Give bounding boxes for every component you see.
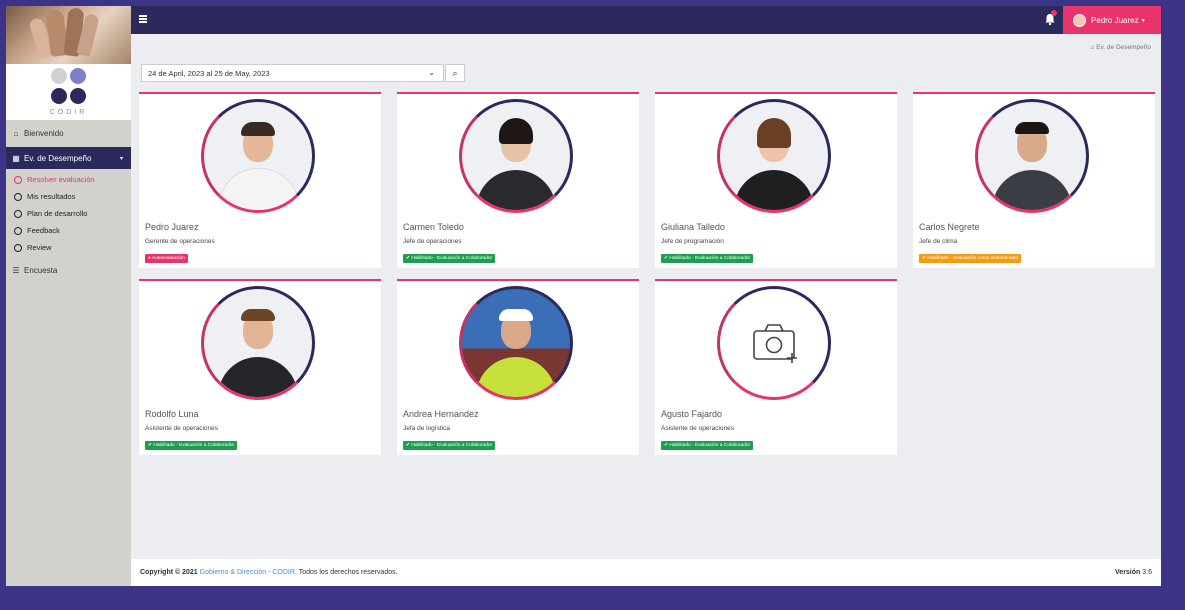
user-name: Pedro Juarez <box>1091 15 1139 25</box>
sidebar-subitem-label: Review <box>27 243 52 252</box>
chevron-down-icon: ⌄ <box>428 68 435 77</box>
sidebar-item-ev-desempeno[interactable]: ▦ Ev. de Desempeño ▾ <box>6 147 131 169</box>
employee-photo <box>201 286 315 400</box>
chevron-down-icon: ▾ <box>119 155 123 162</box>
sidebar-subitem-label: Mis resultados <box>27 192 76 201</box>
breadcrumb[interactable]: ⌂ Ev. de Desempeño <box>1090 44 1151 51</box>
footer: Copyright © 2021 Gobierno & Dirección - … <box>131 559 1161 586</box>
status-badge[interactable]: ✔ Habilitado - Evaluación como Subordina… <box>919 254 1022 263</box>
status-badge[interactable]: ✔ Habilitado - Evaluación a Colaborador <box>403 254 496 263</box>
employee-name: Agusto Fajardo <box>661 409 723 419</box>
status-badge[interactable]: ✔ Habilitado - Evaluación a Colaborador <box>403 441 496 450</box>
notification-badge <box>1051 10 1057 16</box>
chevron-down-icon: ▾ <box>1141 17 1145 24</box>
status-badge[interactable]: ✔ Habilitado - Evaluación a Colaborador <box>661 254 754 263</box>
employee-photo <box>717 286 831 400</box>
employee-card[interactable]: Giuliana Talledo Jefe de programación ✔ … <box>655 92 897 268</box>
status-badge[interactable]: ✔ Habilitado - Evaluación a Colaborador <box>145 441 238 450</box>
sidebar-subitem-review[interactable]: Review <box>14 243 52 252</box>
employee-card[interactable]: Agusto Fajardo Asistente de operaciones … <box>655 279 897 455</box>
sidebar-item-label: Ev. de Desempeño <box>24 153 92 163</box>
footer-copyright: Copyright © 2021 Gobierno & Dirección - … <box>140 569 398 576</box>
copyright-text: Copyright © 2021 <box>140 569 198 576</box>
sidebar-subitem-label: Feedback <box>27 226 60 235</box>
version-info: Versión 3.6 <box>1115 569 1152 576</box>
employee-name: Carmen Toledo <box>403 222 464 232</box>
home-icon: ⌂ <box>13 128 19 138</box>
employee-name: Andrea Hernandez <box>403 409 479 419</box>
footer-link[interactable]: Gobierno & Dirección - CODIR. <box>200 569 297 576</box>
sidebar-subitem-resultados[interactable]: Mis resultados <box>14 192 75 201</box>
logo-dot <box>51 88 67 104</box>
logo-dot <box>51 68 67 84</box>
sidebar-banner-image <box>6 6 131 64</box>
employee-role: Asistente de operaciones <box>145 425 218 432</box>
table-icon: ▦ <box>12 153 20 163</box>
status-badge-label: Autoevaluación <box>151 256 185 261</box>
employee-name: Carlos Negrete <box>919 222 980 232</box>
logo-text: CODIR <box>49 109 88 116</box>
rights-text: Todos los derechos reservados. <box>298 569 398 576</box>
status-badge[interactable]: ● Autoevaluación <box>145 254 188 263</box>
sidebar-subitem-feedback[interactable]: Feedback <box>14 226 60 235</box>
brand-logo[interactable]: CODIR <box>6 64 131 120</box>
sidebar-subitem-plan[interactable]: Plan de desarrollo <box>14 209 87 218</box>
app-window: CODIR ⌂ Bienvenido ▦ Ev. de Desempeño ▾ … <box>6 6 1161 586</box>
status-badge-label: Habilitado - Evaluación a Colaborador <box>153 443 235 448</box>
circle-icon <box>14 175 22 184</box>
sidebar-subitem-resolver[interactable]: Resolver evaluación <box>14 175 95 184</box>
sidebar-item-label: Encuesta <box>24 265 58 275</box>
employee-card[interactable]: Carlos Negrete Jefe de clima ✔ Habilitad… <box>913 92 1155 268</box>
employee-role: Jefe de clima <box>919 238 958 245</box>
employee-role: Gerente de operaciones <box>145 238 215 245</box>
logo-dot <box>70 88 86 104</box>
employee-card[interactable]: Pedro Juarez Gerente de operaciones ● Au… <box>139 92 381 268</box>
top-navbar: Pedro Juarez ▾ <box>131 6 1161 34</box>
date-range-select[interactable]: 24 de April, 2023 al 25 de May, 2023 ⌄ <box>141 64 444 82</box>
breadcrumb-label: Ev. de Desempeño <box>1096 44 1151 51</box>
status-badge-label: Habilitado - Evaluación a Colaborador <box>669 256 751 261</box>
sidebar-item-label: Bienvenido <box>24 128 64 138</box>
employee-photo <box>717 99 831 213</box>
search-button[interactable]: ⌕ <box>445 64 465 82</box>
employee-role: Jefe de operaciones <box>403 238 462 245</box>
sidebar-item-encuesta[interactable]: ☰ Encuesta <box>6 263 135 277</box>
circle-icon <box>14 209 22 218</box>
sidebar-subitem-label: Resolver evaluación <box>27 175 95 184</box>
employee-role: Jefe de programación <box>661 238 724 245</box>
list-icon: ☰ <box>12 265 20 275</box>
logo-dot <box>70 68 86 84</box>
status-badge-label: Habilitado - Evaluación a Colaborador <box>411 443 493 448</box>
employee-name: Giuliana Talledo <box>661 222 725 232</box>
camera-add-icon <box>753 324 797 363</box>
employee-role: Asistente de operaciones <box>661 425 734 432</box>
status-badge-label: Habilitado - Evaluación a Colaborador <box>669 443 751 448</box>
employee-card[interactable]: Rodolfo Luna Asistente de operaciones ✔ … <box>139 279 381 455</box>
employee-card[interactable]: Carmen Toledo Jefe de operaciones ✔ Habi… <box>397 92 639 268</box>
sidebar: CODIR ⌂ Bienvenido ▦ Ev. de Desempeño ▾ … <box>6 6 131 586</box>
version-number: 3.6 <box>1142 569 1152 576</box>
employee-name: Rodolfo Luna <box>145 409 199 419</box>
version-label: Versión <box>1115 569 1141 576</box>
circle-icon <box>14 192 22 201</box>
circle-icon <box>14 226 22 235</box>
employee-role: Jefa de logística <box>403 425 450 432</box>
employee-card[interactable]: Andrea Hernandez Jefa de logística ✔ Hab… <box>397 279 639 455</box>
search-icon: ⌕ <box>452 68 458 78</box>
sidebar-subitem-label: Plan de desarrollo <box>27 209 88 218</box>
employee-photo <box>201 99 315 213</box>
user-menu-button[interactable]: Pedro Juarez ▾ <box>1063 6 1161 34</box>
circle-icon <box>14 243 22 252</box>
status-badge-label: Habilitado - Evaluación a Colaborador <box>411 256 493 261</box>
employee-photo <box>459 286 573 400</box>
menu-toggle-icon[interactable] <box>139 15 147 23</box>
sidebar-item-bienvenido[interactable]: ⌂ Bienvenido <box>6 126 135 140</box>
status-badge-label: Habilitado - Evaluación como Subordinado <box>927 256 1019 261</box>
employee-photo <box>975 99 1089 213</box>
status-badge[interactable]: ✔ Habilitado - Evaluación a Colaborador <box>661 441 754 450</box>
employee-name: Pedro Juarez <box>145 222 199 232</box>
avatar <box>1073 13 1086 27</box>
date-range-value: 24 de April, 2023 al 25 de May, 2023 <box>148 69 270 78</box>
employee-photo <box>459 99 573 213</box>
